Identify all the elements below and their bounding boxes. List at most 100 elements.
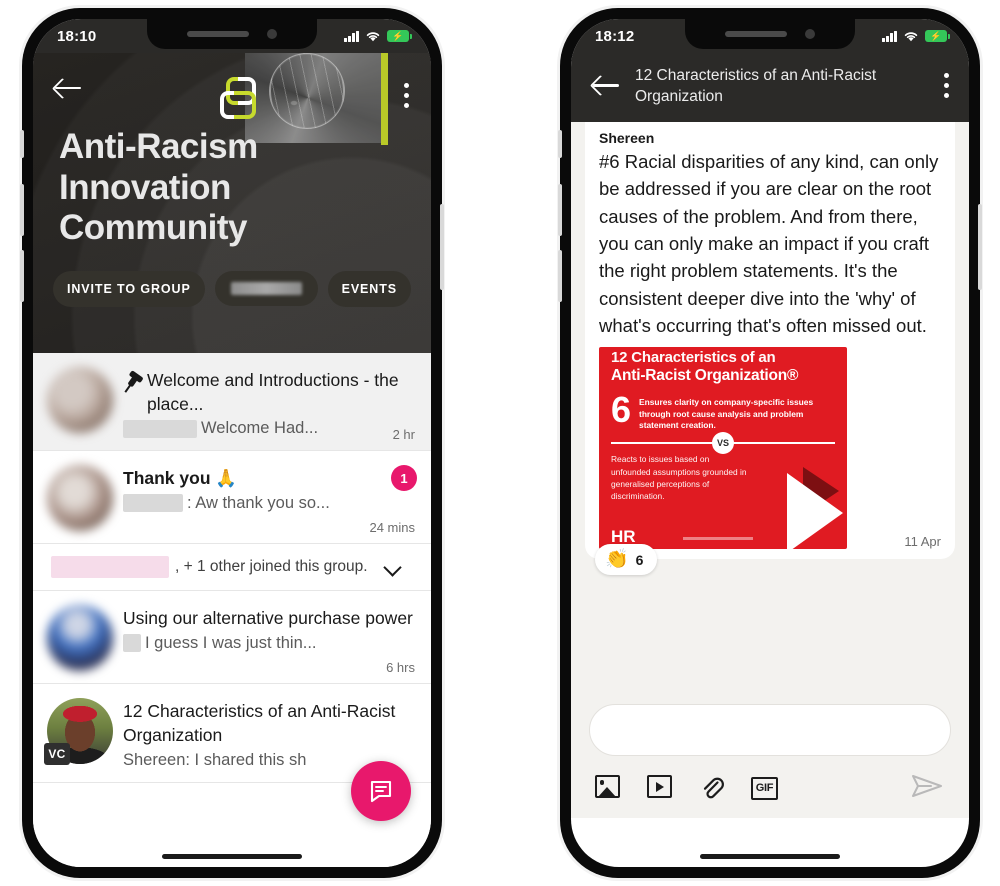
volume-up-button[interactable] (20, 184, 24, 236)
new-message-icon (370, 780, 392, 803)
volume-down-button[interactable] (558, 250, 562, 302)
chat-row-title-wrap: Welcome and Introductions - the place... (123, 369, 417, 416)
status-icons: ⚡ (882, 30, 950, 42)
chat-row-body: Welcome and Introductions - the place...… (123, 367, 417, 438)
card-credit-line (683, 537, 753, 541)
chat-row-title: 12 Characteristics of an Anti-Racist Org… (123, 701, 396, 745)
gif-icon[interactable]: GIF (751, 776, 778, 800)
redacted-sender-name (123, 634, 141, 653)
volume-down-button[interactable] (20, 250, 24, 302)
redacted-member-name (51, 556, 169, 579)
status-clock: 18:10 (57, 27, 97, 45)
kebab-menu-icon[interactable] (940, 65, 953, 106)
status-clock: 18:12 (595, 27, 635, 45)
chat-row-time: 6 hrs (386, 660, 415, 676)
chat-row-preview-text: : Aw thank you so... (187, 493, 330, 512)
cellular-bars-icon (344, 30, 359, 42)
avatar (47, 605, 113, 672)
redacted-label (230, 282, 302, 296)
avatar (47, 367, 113, 433)
chat-list-item-welcome[interactable]: Welcome and Introductions - the place...… (33, 353, 431, 452)
chat-row-preview-text: I guess I was just thin... (145, 633, 317, 652)
home-indicator (162, 854, 302, 859)
reaction-count: 6 (635, 551, 644, 568)
message-author: Shereen (599, 129, 655, 146)
message-attachment-card[interactable]: 12 Characteristics of an Anti-Racist Org… (599, 347, 847, 550)
group-title: Anti-Racism Innovation Community (59, 127, 258, 248)
play-button-icon[interactable] (787, 473, 843, 550)
conversation-body[interactable]: Shereen #6 Racial disparities of any kin… (571, 121, 969, 690)
card-description-top: Ensures clarity on company-specific issu… (639, 397, 814, 431)
chat-list[interactable]: Welcome and Introductions - the place...… (33, 353, 431, 867)
chat-list-item-thank-you[interactable]: Thank you 🙏 : Aw thank you so... 1 24 mi… (33, 451, 431, 545)
cellular-bars-icon (882, 30, 897, 42)
front-camera-icon (805, 29, 815, 39)
card-heading-line1: 12 Characteristics of an (611, 349, 776, 367)
card-heading-line2: Anti-Racist Organization® (611, 367, 799, 385)
message-reaction[interactable]: 👏 6 (595, 544, 658, 576)
message-composer: GIF (571, 689, 969, 818)
status-icons: ⚡ (344, 30, 412, 42)
back-arrow-icon[interactable] (591, 72, 621, 98)
message-timestamp: 11 Apr (904, 534, 941, 550)
group-header: Anti-Racism Innovation Community INVITE … (33, 53, 431, 353)
chat-row-title: Welcome and Introductions - the place... (147, 370, 399, 414)
avatar-badge: VC (44, 743, 70, 766)
pin-icon (120, 370, 144, 395)
group-join-notice[interactable]: , + 1 other joined this group. (33, 544, 431, 592)
avatar: VC (44, 698, 113, 766)
chat-list-item-purchase-power[interactable]: Using our alternative purchase power I g… (33, 591, 431, 685)
earpiece-speaker-icon (725, 31, 787, 37)
message-bubble[interactable]: Shereen #6 Racial disparities of any kin… (585, 121, 955, 576)
group-logo-icon (218, 77, 266, 119)
attachment-clip-icon[interactable] (699, 775, 725, 801)
new-message-fab[interactable] (351, 761, 411, 821)
phone-right: 18:12 ⚡ 12 Characteristics of an Anti-Ra… (558, 8, 982, 878)
screen-right: 18:12 ⚡ 12 Characteristics of an Anti-Ra… (571, 19, 969, 867)
card-description-bottom: Reacts to issues based on unfounded assu… (611, 454, 747, 501)
card-divider: VS (611, 432, 835, 455)
chat-row-preview-text: Welcome Had... (201, 419, 319, 438)
send-icon[interactable] (911, 772, 943, 805)
power-button[interactable] (440, 204, 444, 290)
message-input[interactable] (589, 703, 951, 756)
notch (685, 19, 855, 49)
chat-row-preview-text: Shereen: I shared this sh (123, 750, 307, 769)
power-button[interactable] (978, 204, 982, 290)
chat-row-preview: Welcome Had... (123, 419, 417, 438)
chat-row-title-wrap: 12 Characteristics of an Anti-Racist Org… (123, 700, 417, 747)
card-vs-label: VS (712, 432, 734, 455)
kebab-menu-icon[interactable] (400, 75, 413, 116)
chat-row-preview: : Aw thank you so... (123, 494, 417, 513)
image-icon[interactable] (595, 775, 621, 801)
phone-left: 18:10 ⚡ Anti-Racism Innovation Community… (20, 8, 444, 878)
redacted-sender-name (123, 494, 183, 513)
chevron-down-icon[interactable] (385, 559, 401, 575)
avatar (47, 465, 113, 532)
chat-row-body: Using our alternative purchase power I g… (123, 605, 417, 671)
card-number: 6 (611, 389, 632, 431)
conversation-title: 12 Characteristics of an Anti-Racist Org… (635, 67, 877, 106)
conversation-header: 12 Characteristics of an Anti-Racist Org… (571, 53, 969, 122)
front-camera-icon (267, 29, 277, 39)
mute-switch-button[interactable] (558, 130, 562, 158)
redacted-action-button[interactable] (214, 271, 318, 307)
join-notice-text: , + 1 other joined this group. (175, 558, 368, 576)
wifi-icon (904, 32, 918, 42)
screen-left: 18:10 ⚡ Anti-Racism Innovation Community… (33, 19, 431, 867)
invite-to-group-button[interactable]: INVITE TO GROUP (53, 270, 205, 307)
home-indicator (700, 854, 840, 859)
wifi-icon (366, 32, 380, 42)
mute-switch-button[interactable] (20, 130, 24, 158)
redacted-sender-name (123, 419, 197, 438)
battery-charging-icon: ⚡ (387, 30, 412, 42)
video-icon[interactable] (647, 775, 673, 801)
chat-row-time: 24 mins (369, 520, 415, 536)
chat-row-title-wrap: Using our alternative purchase power (123, 607, 417, 631)
volume-up-button[interactable] (558, 184, 562, 236)
back-arrow-icon[interactable] (53, 75, 83, 101)
card-top-section: 6 Ensures clarity on company-specific is… (611, 389, 835, 431)
events-button[interactable]: EVENTS (327, 270, 411, 307)
chat-row-title: Using our alternative purchase power (123, 608, 413, 629)
message-text: #6 Racial disparities of any kind, can o… (599, 150, 939, 336)
